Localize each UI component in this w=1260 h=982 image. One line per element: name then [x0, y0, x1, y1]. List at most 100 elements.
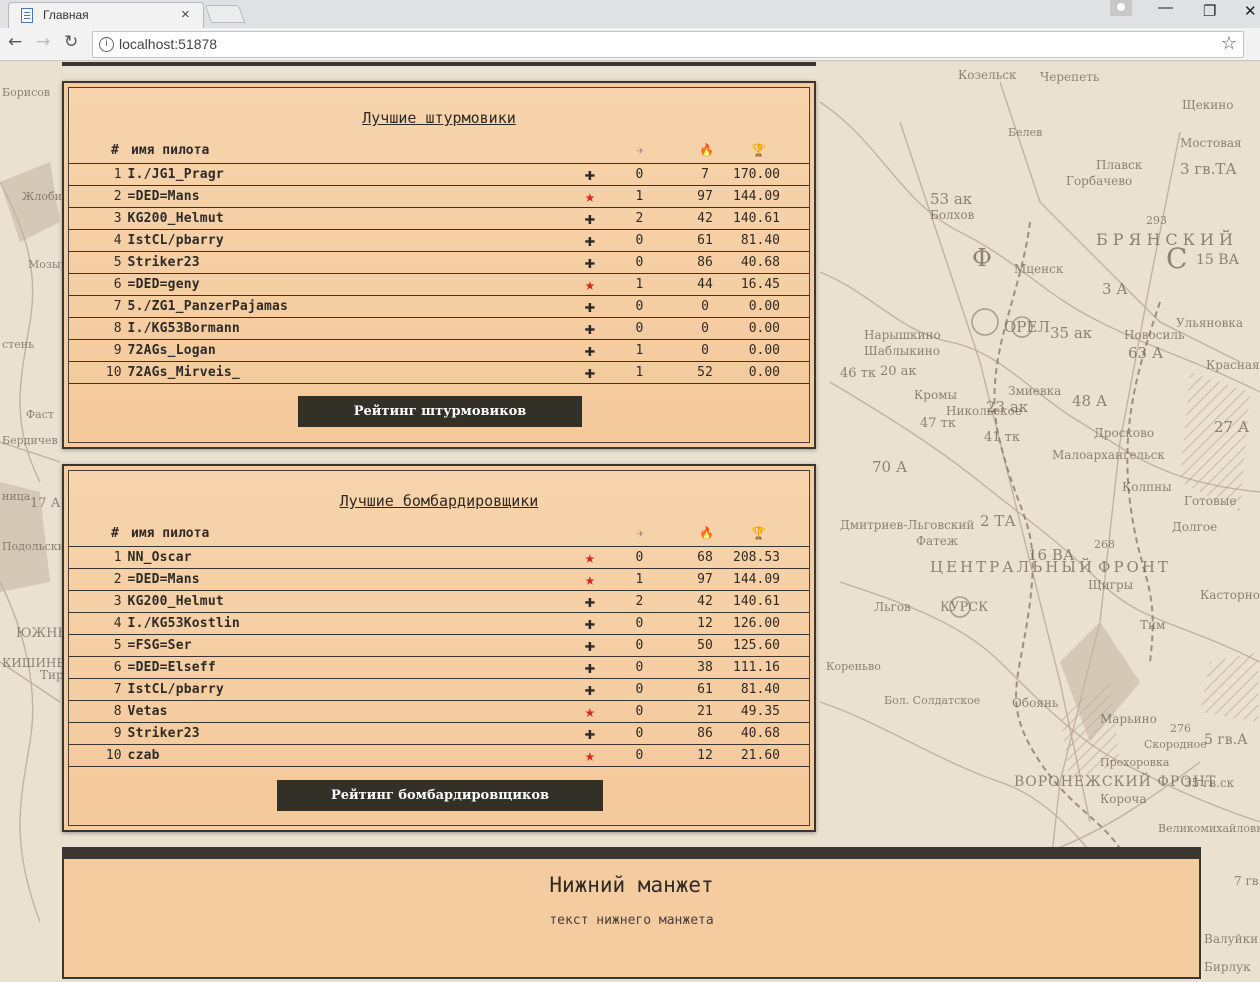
- stat-cell: 21: [678, 700, 732, 723]
- page-footer: Нижний манжет текст нижнего манжета: [62, 847, 1201, 979]
- score-cell: 40.68: [731, 251, 810, 274]
- stat-cell: 68: [678, 546, 732, 569]
- map-label: Льгов: [874, 600, 911, 614]
- black-cross-icon: ✚: [579, 317, 600, 340]
- pilot-name-cell: 72AGs_Logan: [127, 339, 580, 362]
- black-cross-icon: ✚: [579, 163, 600, 186]
- stat-cell: 0: [678, 317, 732, 340]
- map-label: Болхов: [930, 208, 975, 222]
- black-cross-icon: ✚: [579, 656, 600, 679]
- stat-cell: 1: [600, 185, 679, 208]
- stat-cell: 0: [600, 656, 679, 679]
- stat-cell: 2: [600, 590, 679, 613]
- rank-cell: 8: [69, 317, 128, 340]
- user-profile-icon[interactable]: [1110, 0, 1132, 16]
- stat-cell: 86: [678, 722, 732, 745]
- reload-icon[interactable]: ↻: [64, 32, 78, 52]
- stat-cell: 42: [678, 590, 732, 613]
- black-cross-icon: ✚: [579, 295, 600, 318]
- map-label: Ф: [972, 244, 992, 272]
- map-label: Жлоби: [22, 190, 62, 203]
- attack-panel-inner: Лучшие штурмовики # имя пилота ✈ 🔥 🏆 1 I.…: [68, 87, 810, 443]
- red-star-icon: ★: [579, 546, 600, 569]
- back-arrow-icon[interactable]: ←: [8, 32, 22, 52]
- bomber-pilots-panel: Лучшие бомбардировщики # имя пилота ✈ 🔥 …: [62, 464, 816, 832]
- map-label: Щигры: [1088, 578, 1134, 592]
- footer-text: текст нижнего манжета: [549, 913, 714, 928]
- stat-cell: 7: [678, 163, 732, 186]
- stat-cell: 86: [678, 251, 732, 274]
- table-row: 9 Striker23 ✚ 0 86 40.68: [69, 722, 810, 745]
- map-label: Мценск: [1014, 262, 1064, 276]
- table-row: 3 KG200_Helmut ✚ 2 42 140.61: [69, 207, 810, 230]
- red-star-icon: ★: [579, 700, 600, 723]
- table-row: 8 I./KG53Bormann ✚ 0 0 0.00: [69, 317, 810, 340]
- score-cell: 208.53: [731, 546, 810, 569]
- map-label: Дросково: [1094, 426, 1155, 440]
- stat-cell: 1: [600, 568, 679, 591]
- minimize-icon[interactable]: —: [1158, 0, 1173, 16]
- trophy-icon: 🏆: [751, 143, 766, 157]
- stat-cell: 0: [600, 163, 679, 186]
- rank-cell: 10: [69, 744, 128, 767]
- pilot-name-cell: KG200_Helmut: [127, 207, 580, 230]
- browser-tab[interactable]: Главная ×: [8, 2, 204, 28]
- stat-cell: 0: [600, 700, 679, 723]
- rank-column-header: #: [111, 143, 119, 158]
- bookmark-star-icon[interactable]: ☆: [1221, 33, 1237, 54]
- table-row: 7 5./ZG1_PanzerPajamas ✚ 0 0 0.00: [69, 295, 810, 318]
- pilot-name-cell: IstCL/pbarry: [127, 678, 580, 701]
- red-star-icon: ★: [579, 744, 600, 767]
- url-text[interactable]: localhost:51878: [119, 36, 217, 52]
- rank-cell: 7: [69, 295, 128, 318]
- score-cell: 81.40: [731, 678, 810, 701]
- pilot-name-cell: =DED=Mans: [127, 185, 580, 208]
- bomber-rating-button[interactable]: Рейтинг бомбардировщиков: [277, 780, 603, 811]
- map-label: Щекино: [1182, 98, 1234, 112]
- forward-arrow-icon[interactable]: →: [36, 32, 50, 52]
- map-label: Горбачево: [1066, 174, 1133, 188]
- map-label: Бирлук: [1204, 960, 1251, 974]
- stat-cell: 1: [600, 273, 679, 296]
- maximize-icon[interactable]: ❐: [1203, 2, 1216, 20]
- map-label: Черепеть: [1040, 70, 1100, 84]
- pilot-name-column-header: имя пилота: [131, 526, 210, 541]
- map-label: Прохоровка: [1100, 756, 1170, 769]
- pilot-name-cell: =DED=geny: [127, 273, 580, 296]
- close-window-icon[interactable]: ✕: [1244, 2, 1257, 20]
- site-info-icon[interactable]: i: [99, 37, 114, 52]
- map-label: 17 А: [30, 496, 61, 511]
- map-label: Козельск: [958, 68, 1017, 82]
- table-row: 6 =DED=geny ★ 1 44 16.45: [69, 273, 810, 296]
- map-label: 27 А: [1214, 418, 1250, 436]
- map-label: Тим: [1140, 618, 1166, 632]
- black-cross-icon: ✚: [579, 229, 600, 252]
- map-label: 70 А: [872, 458, 908, 476]
- rank-cell: 6: [69, 656, 128, 679]
- address-bar[interactable]: i localhost:51878 ☆: [92, 31, 1244, 58]
- map-label: Марьино: [1100, 712, 1157, 726]
- score-cell: 0.00: [731, 295, 810, 318]
- rank-cell: 3: [69, 590, 128, 613]
- map-label: 5 гв.А: [1204, 732, 1248, 748]
- map-label: 15 ВА: [1196, 252, 1240, 268]
- trophy-icon: 🏆: [751, 526, 766, 540]
- stat-cell: 0: [678, 295, 732, 318]
- table-row: 5 =FSG=Ser ✚ 0 50 125.60: [69, 634, 810, 657]
- rank-cell: 9: [69, 722, 128, 745]
- map-label: Борисов: [2, 86, 51, 99]
- stat-cell: 44: [678, 273, 732, 296]
- map-label: 3 гв.ТА: [1180, 160, 1237, 178]
- map-label: Бердичев: [2, 434, 58, 447]
- attack-rating-button[interactable]: Рейтинг штурмовиков: [298, 396, 582, 427]
- pilot-name-cell: Striker23: [127, 251, 580, 274]
- stat-cell: 97: [678, 185, 732, 208]
- bomber-table-header: # имя пилота ✈ 🔥 🏆: [69, 526, 809, 546]
- new-tab-button[interactable]: [204, 5, 246, 23]
- bomber-ranking-table: 1 NN_Oscar ★ 0 68 208.53 2 =DED=Mans ★ 1 97 144.09 3…: [69, 546, 810, 767]
- map-label: Готовые: [1184, 494, 1237, 508]
- map-label: Тир: [40, 668, 64, 682]
- table-row: 1 NN_Oscar ★ 0 68 208.53: [69, 546, 810, 569]
- map-label: С: [1166, 242, 1188, 275]
- tab-close-icon[interactable]: ×: [181, 6, 190, 23]
